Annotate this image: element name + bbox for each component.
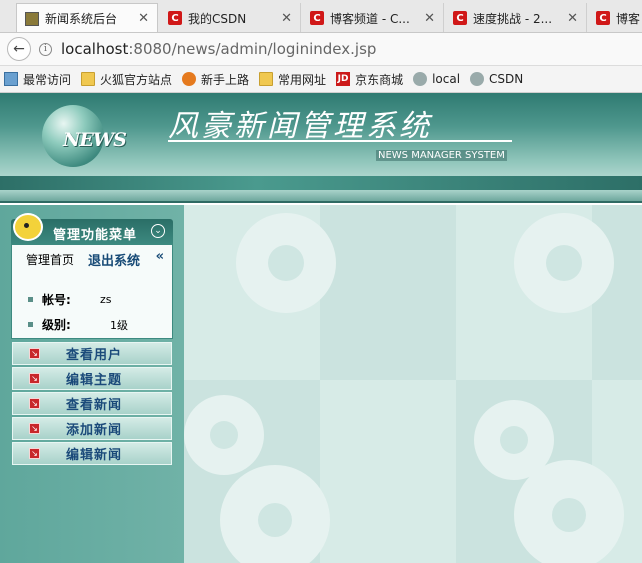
tab-title: 速度挑战 - 2...: [473, 11, 553, 26]
url-path: :8080/news/admin/loginindex.jsp: [128, 40, 377, 58]
main-content-area: [184, 205, 642, 563]
navigation-bar: ← i localhost:8080/news/admin/loginindex…: [0, 33, 642, 66]
menu-item-edit-news[interactable]: ↘ 编辑新闻: [12, 442, 172, 465]
header-banner: NEWS 风豪新闻管理系统 NEWS MANAGER SYSTEM: [0, 93, 642, 203]
tab-title: 博客频: [616, 11, 640, 26]
bookmark-jd[interactable]: JD 京东商城: [336, 71, 403, 88]
menu-item-view-news[interactable]: ↘ 查看新闻: [12, 392, 172, 415]
menu-tabs: 管理首页 退出系统 «: [11, 245, 173, 271]
tab-title: 新闻系统后台: [45, 12, 118, 26]
tab-blog-partial[interactable]: C 博客频: [588, 3, 642, 32]
level-value: 1级: [110, 318, 128, 332]
bookmark-firefox-site[interactable]: 火狐官方站点: [81, 71, 172, 88]
bookmark-label: CSDN: [489, 72, 524, 86]
folder-icon: [81, 72, 96, 86]
bookmarks-bar: 最常访问 火狐官方站点 新手上路 常用网址 JD 京东商城 local CSDN: [0, 66, 642, 93]
csdn-favicon-icon: C: [168, 11, 182, 25]
bg-tile: [320, 380, 456, 563]
menu-item-label: 查看新闻: [66, 398, 123, 413]
level-label: 级别:: [42, 318, 71, 332]
gear-hole: [552, 498, 586, 532]
arrow-icon: ↘: [29, 373, 40, 384]
left-menu-panel: 管理功能菜单 ⌄ 管理首页 退出系统 « 帐号: zs 级别: 1级 ↘ 查看用…: [0, 205, 184, 563]
bookmark-csdn[interactable]: CSDN: [470, 72, 523, 86]
gear-hole: [268, 245, 304, 281]
close-tab-icon[interactable]: ✕: [424, 11, 435, 26]
tab-speed-challenge[interactable]: C 速度挑战 - 2... ✕: [445, 3, 587, 32]
folder-icon: [259, 72, 274, 86]
bookmark-label: 京东商城: [355, 72, 404, 87]
menu-item-label: 添加新闻: [66, 423, 123, 438]
mascot-icon: [13, 213, 43, 241]
csdn-favicon-icon: C: [596, 11, 610, 25]
gear-hole: [210, 421, 238, 449]
bookmark-label: local: [432, 72, 461, 86]
gear-hole: [500, 426, 528, 454]
back-arrow-icon: ←: [13, 41, 25, 57]
account-row: 帐号: zs: [28, 291, 112, 308]
gear-hole: [546, 245, 582, 281]
title-underline: [168, 140, 512, 142]
bullet-icon: [28, 322, 33, 327]
menu-header: 管理功能菜单 ⌄: [11, 213, 173, 245]
news-favicon-icon: [25, 11, 39, 26]
tab-blog-channel[interactable]: C 博客频道 - C... ✕: [302, 3, 444, 32]
bookmark-getting-started[interactable]: 新手上路: [182, 71, 249, 88]
globe-icon: [470, 72, 485, 86]
close-tab-icon[interactable]: ✕: [281, 11, 292, 26]
menu-item-view-users[interactable]: ↘ 查看用户: [12, 342, 172, 365]
logout-link[interactable]: 退出系统: [88, 250, 140, 269]
tab-admin-home[interactable]: 管理首页: [26, 251, 74, 268]
banner-stripe: [0, 176, 642, 190]
tab-title: 博客频道 - C...: [330, 11, 410, 26]
bookmark-label: 新手上路: [201, 72, 250, 87]
tab-my-csdn[interactable]: C 我的CSDN ✕: [160, 3, 301, 32]
close-tab-icon[interactable]: ✕: [567, 11, 578, 26]
bookmark-label: 常用网址: [278, 72, 327, 87]
url-host: localhost: [61, 40, 129, 58]
globe-icon: [413, 72, 428, 86]
user-info-box: 帐号: zs 级别: 1级: [11, 271, 173, 339]
menu-item-label: 查看用户: [66, 348, 123, 363]
level-row: 级别: 1级: [28, 316, 128, 333]
most-visited-icon: [4, 72, 18, 86]
csdn-favicon-icon: C: [453, 11, 467, 25]
firefox-icon: [182, 72, 197, 86]
menu-title: 管理功能菜单: [53, 228, 138, 243]
account-label: 帐号:: [42, 293, 71, 307]
site-info-icon[interactable]: i: [39, 42, 52, 56]
logo-text: NEWS: [63, 129, 127, 151]
menu-item-label: 编辑主题: [66, 373, 123, 388]
bookmark-most-visited[interactable]: 最常访问: [4, 71, 71, 88]
csdn-favicon-icon: C: [310, 11, 324, 25]
banner-bottom-bar: [0, 190, 642, 203]
bookmark-local[interactable]: local: [413, 72, 460, 86]
browser-tab-strip: 新闻系统后台 ✕ C 我的CSDN ✕ C 博客频道 - C... ✕ C 速度…: [0, 0, 642, 33]
system-title: 风豪新闻管理系统: [168, 109, 432, 144]
arrow-icon: ↘: [29, 423, 40, 434]
menu-item-edit-topics[interactable]: ↘ 编辑主题: [12, 367, 172, 390]
url-bar[interactable]: localhost:8080/news/admin/loginindex.jsp: [61, 40, 376, 58]
bg-tile: [320, 205, 456, 380]
bookmark-common-sites[interactable]: 常用网址: [259, 71, 326, 88]
system-subtitle: NEWS MANAGER SYSTEM: [376, 150, 507, 161]
bookmark-label: 火狐官方站点: [100, 72, 173, 87]
tab-title: 我的CSDN: [188, 11, 247, 26]
account-value: zs: [100, 293, 112, 306]
bullet-icon: [28, 297, 33, 302]
arrow-icon: ↘: [29, 398, 40, 409]
menu-item-label: 编辑新闻: [66, 448, 123, 463]
gear-hole: [258, 503, 292, 537]
menu-item-add-news[interactable]: ↘ 添加新闻: [12, 417, 172, 440]
double-chevron-left-icon[interactable]: «: [156, 249, 164, 264]
close-tab-icon[interactable]: ✕: [138, 11, 149, 26]
arrow-icon: ↘: [29, 448, 40, 459]
tab-news-admin[interactable]: 新闻系统后台 ✕: [16, 3, 158, 32]
bookmark-label: 最常访问: [23, 72, 72, 87]
back-button[interactable]: ←: [7, 37, 31, 61]
collapse-menu-icon[interactable]: ⌄: [151, 224, 165, 238]
arrow-icon: ↘: [29, 348, 40, 359]
jd-icon: JD: [336, 72, 351, 86]
